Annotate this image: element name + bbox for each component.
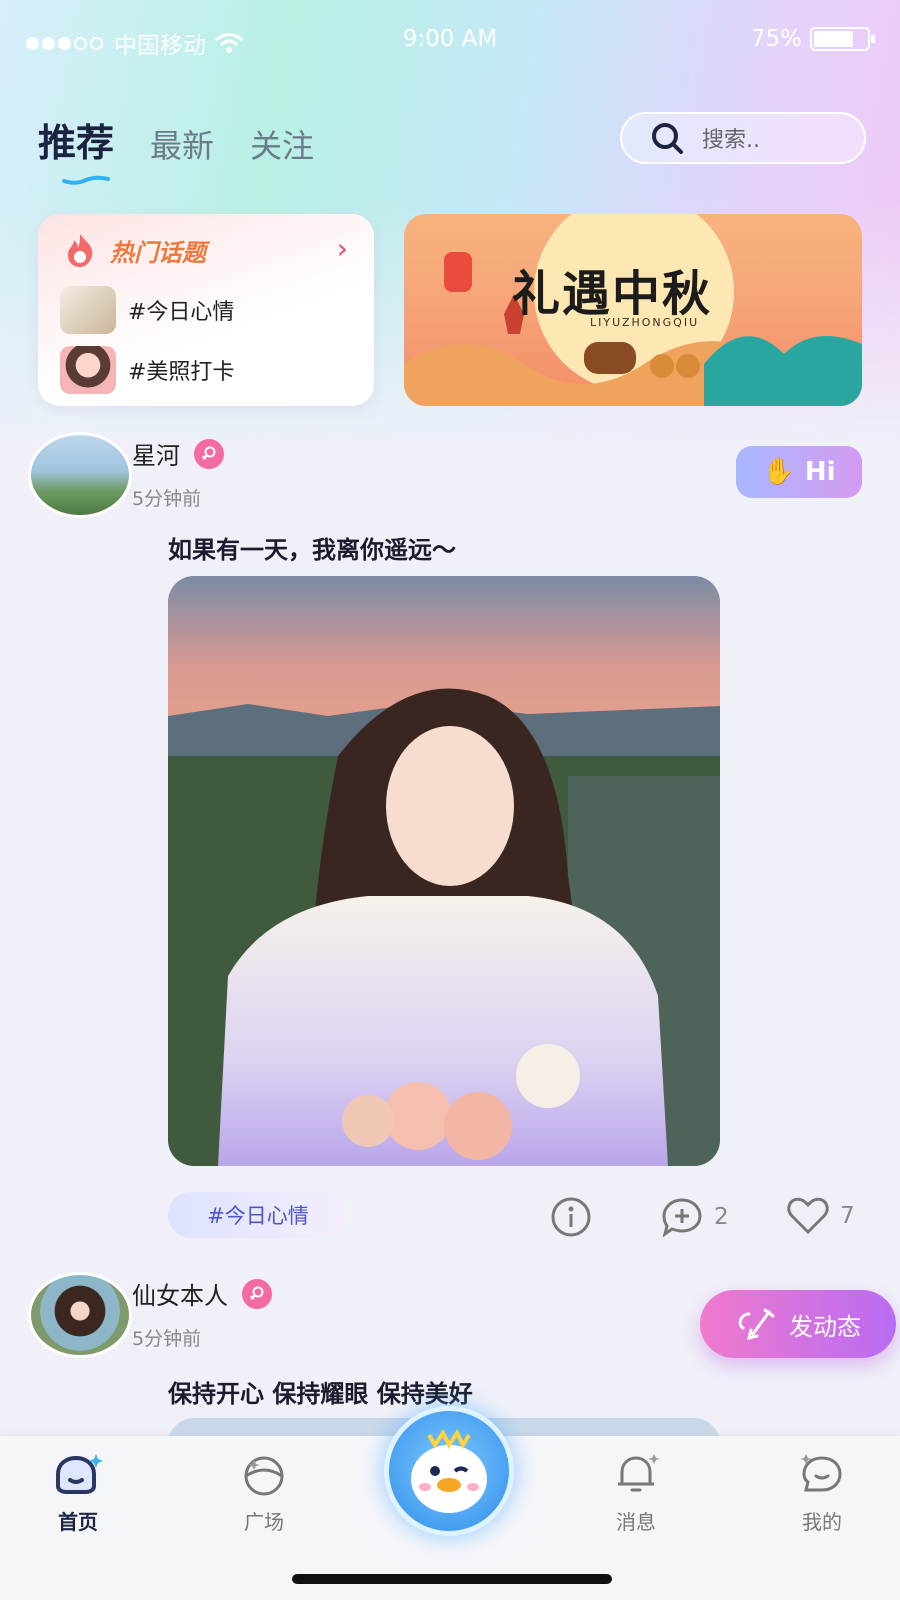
tab-square[interactable]: 广场 [204, 1450, 324, 1535]
post-text: 如果有一天，我离你遥远～ [168, 536, 456, 564]
female-icon [242, 1278, 272, 1309]
chevron-right-icon[interactable]: › [337, 232, 348, 265]
feed-tabs: 推荐 最新 关注 [38, 112, 314, 185]
flame-icon [68, 234, 93, 267]
photo-illustration [168, 576, 720, 1166]
battery-percent: 75% [750, 26, 802, 52]
post-avatar[interactable] [28, 432, 132, 518]
post-author[interactable]: 仙女本人 [132, 1276, 272, 1311]
post-time: 5分钟前 [132, 488, 202, 510]
hot-topics-title: 热门话题 [110, 238, 206, 267]
active-tab-indicator [62, 175, 110, 185]
post-author[interactable]: 星河 [132, 436, 224, 471]
like-button[interactable]: 7 [786, 1196, 855, 1236]
search-placeholder: 搜索.. [702, 128, 760, 153]
chat-face-icon [800, 1454, 842, 1492]
home-indicator [292, 1574, 612, 1584]
wave-hand-icon: ✋ [762, 457, 795, 487]
comment-icon [662, 1198, 702, 1238]
battery-icon [810, 27, 875, 51]
tab-following[interactable]: 关注 [250, 121, 314, 167]
tab-messages[interactable]: 消息 [576, 1450, 696, 1535]
tab-mine[interactable]: 我的 [762, 1450, 882, 1535]
home-icon [56, 1454, 103, 1494]
mascot-icon [411, 1429, 487, 1513]
banner-title: 礼遇中秋 [512, 266, 713, 322]
info-button[interactable] [550, 1196, 592, 1238]
avatar[interactable] [28, 1272, 132, 1358]
female-icon [194, 438, 224, 469]
mascot-center-button[interactable] [384, 1406, 514, 1536]
topic-thumbnail [60, 286, 116, 334]
tab-latest[interactable]: 最新 [150, 121, 214, 167]
banner-subtitle: LIYUZHONGQIU [590, 316, 700, 329]
status-bar: 中国移动 9:00 AM 75% [0, 26, 900, 60]
comment-button[interactable]: 2 [660, 1196, 729, 1238]
comment-count: 2 [714, 1204, 729, 1230]
topic-item[interactable]: #今日心情 [60, 286, 234, 334]
post-text: 保持开心 保持耀眼 保持美好 [168, 1380, 473, 1408]
topic-thumbnail [60, 346, 116, 394]
search-icon [652, 123, 683, 154]
post-time: 5分钟前 [132, 1328, 202, 1350]
heart-icon [787, 1197, 829, 1235]
tab-home[interactable]: 首页 [18, 1450, 138, 1535]
info-icon [551, 1197, 591, 1237]
topic-item[interactable]: #美照打卡 [60, 346, 234, 394]
bell-icon [618, 1454, 660, 1492]
mid-autumn-banner[interactable]: 礼遇中秋 LIYUZHONGQIU [404, 214, 862, 406]
topic-tag[interactable]: #今日心情 [168, 1192, 348, 1238]
post-photo[interactable] [168, 576, 720, 1166]
hot-topics-card[interactable]: 热门话题 › #今日心情 #美照打卡 [38, 214, 374, 406]
post-moment-button[interactable]: 发动态 [700, 1290, 896, 1358]
avatar[interactable] [28, 432, 132, 518]
say-hi-button[interactable]: ✋ Hi [736, 446, 862, 498]
tab-recommend[interactable]: 推荐 [38, 112, 114, 185]
post-avatar[interactable] [28, 1272, 132, 1358]
search-box[interactable]: 搜索.. [620, 112, 866, 164]
like-count: 7 [840, 1203, 855, 1229]
planet-icon [244, 1456, 284, 1496]
pen-icon [738, 1308, 775, 1341]
